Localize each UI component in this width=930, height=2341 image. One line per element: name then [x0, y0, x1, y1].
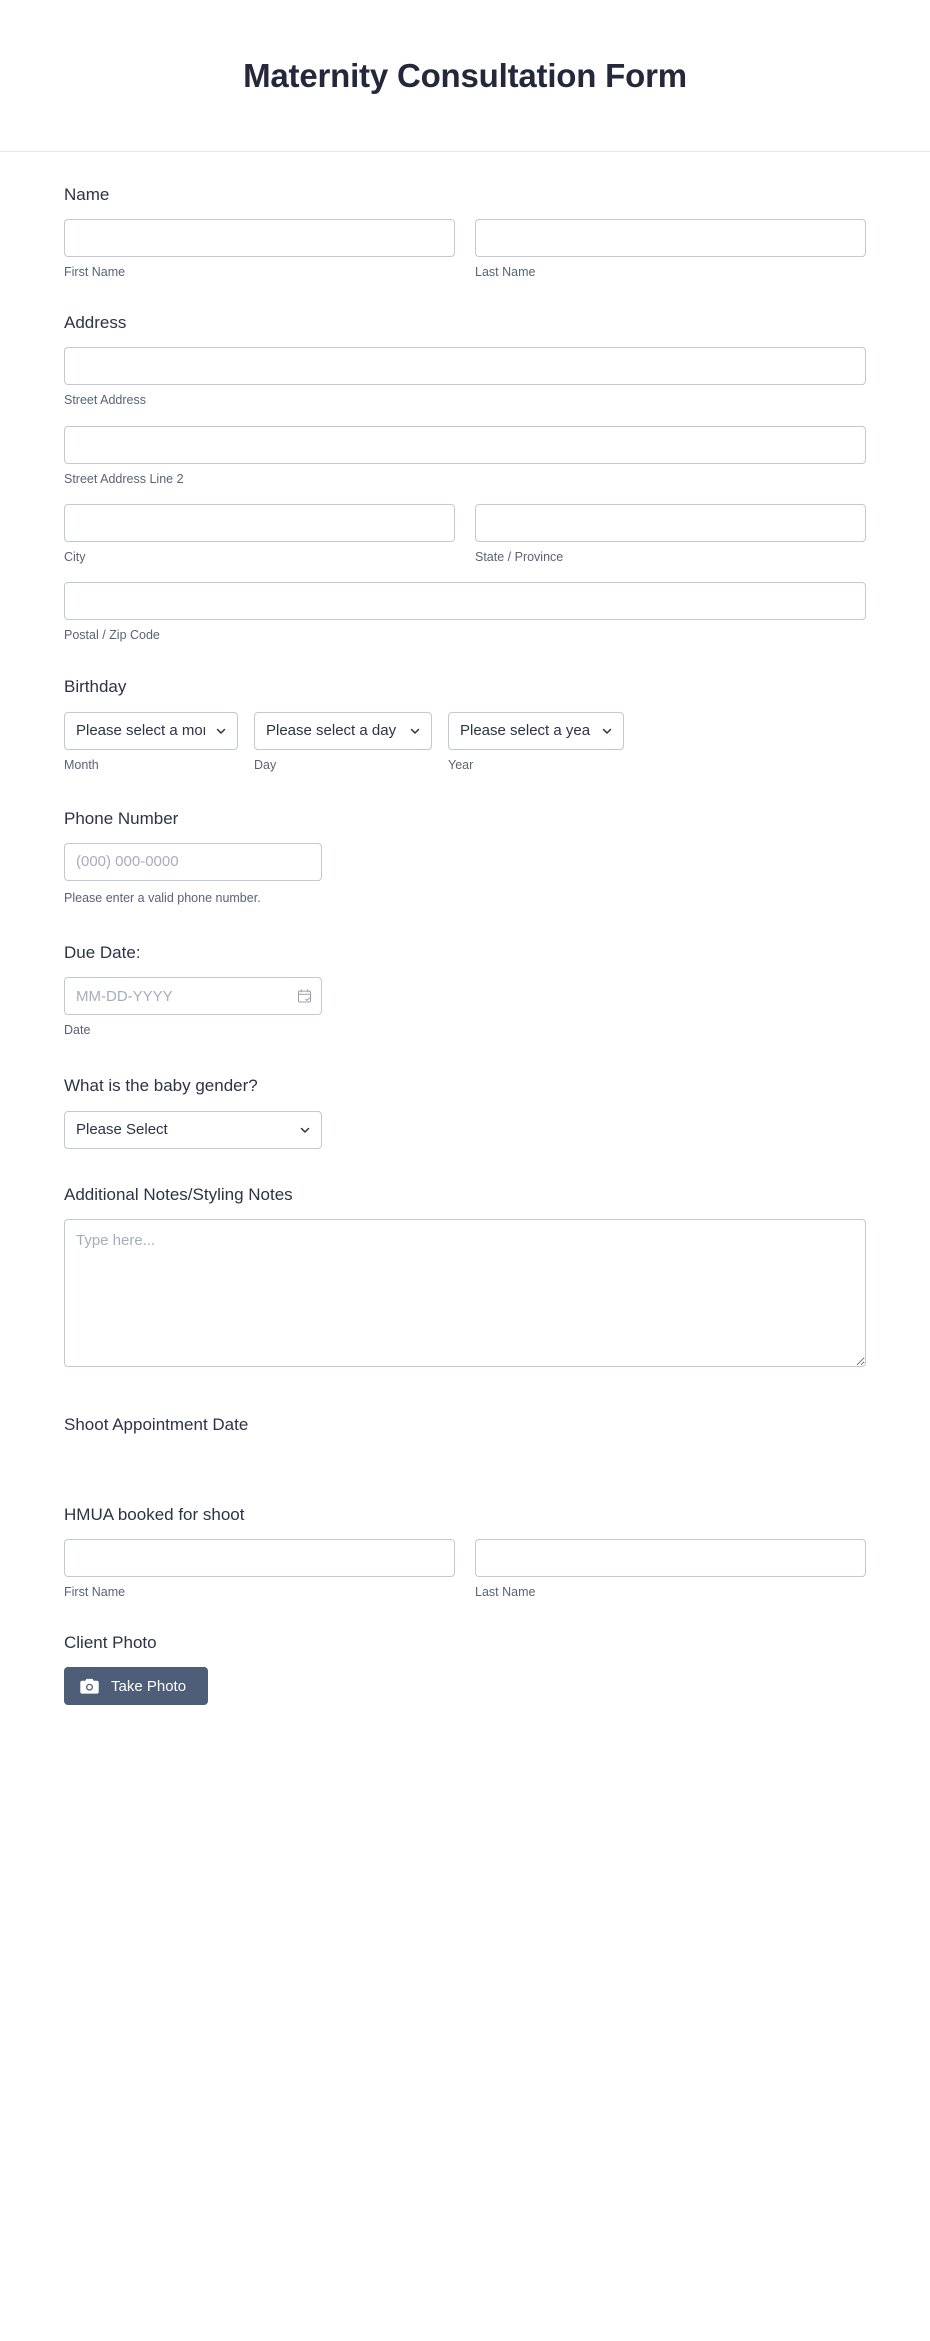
birthday-month-sublabel: Month	[64, 757, 99, 772]
baby-gender-select-wrap: Please Select	[64, 1110, 322, 1149]
birthday-year-select-wrap: Please select a year	[448, 711, 624, 750]
hmua-last-name-sublabel: Last Name	[475, 1584, 536, 1599]
field-shoot-appointment-date: Shoot Appointment Date	[0, 1367, 930, 1476]
take-photo-button-label: Take Photo	[111, 1677, 187, 1695]
birthday-day-select-wrap: Please select a day	[254, 711, 432, 750]
birthday-year-group: Please select a year Year	[448, 711, 624, 773]
shoot-appointment-date-label: Shoot Appointment Date	[64, 1414, 249, 1434]
camera-icon	[80, 1678, 99, 1694]
form-header: Maternity Consultation Form	[0, 0, 930, 152]
street-address-sublabel: Street Address	[64, 393, 146, 408]
city-state-row: City State / Province	[64, 503, 866, 565]
birthday-month-select[interactable]: Please select a month	[64, 711, 238, 750]
field-phone-number: Phone Number Please enter a valid phone …	[0, 773, 930, 906]
baby-gender-select[interactable]: Please Select	[64, 1110, 322, 1149]
phone-number-hint: Please enter a valid phone number.	[64, 890, 261, 905]
due-date-input[interactable]	[64, 977, 322, 1016]
hmua-label: HMUA booked for shoot	[64, 1504, 245, 1524]
due-date-group	[64, 977, 322, 1016]
birthday-year-select[interactable]: Please select a year	[448, 711, 624, 750]
postal-zip-sublabel: Postal / Zip Code	[64, 628, 160, 643]
first-name-sublabel: First Name	[64, 265, 126, 280]
field-baby-gender: What is the baby gender? Please Select	[0, 1038, 930, 1149]
baby-gender-label: What is the baby gender?	[64, 1076, 258, 1096]
field-birthday: Birthday Please select a month Month Ple…	[0, 643, 930, 772]
birthday-month-select-wrap: Please select a month	[64, 711, 238, 750]
hmua-last-name-group: Last Name	[475, 1538, 866, 1600]
form-body: Name First Name Last Name Address Street…	[0, 152, 930, 1765]
client-photo-button-row: Take Photo	[64, 1667, 866, 1706]
postal-zip-input[interactable]	[64, 582, 866, 621]
first-name-group: First Name	[64, 219, 455, 280]
birthday-month-group: Please select a month Month	[64, 711, 238, 773]
hmua-first-name-input[interactable]	[64, 1538, 455, 1577]
last-name-group: Last Name	[475, 219, 866, 280]
hmua-first-name-sublabel: First Name	[64, 1584, 126, 1599]
birthday-day-select[interactable]: Please select a day	[254, 711, 432, 750]
hmua-first-name-group: First Name	[64, 1538, 455, 1600]
first-name-input[interactable]	[64, 219, 455, 258]
postal-group: Postal / Zip Code	[64, 582, 866, 643]
birthday-label: Birthday	[64, 677, 127, 697]
additional-notes-group	[64, 1218, 866, 1367]
phone-number-label: Phone Number	[64, 808, 179, 828]
birthday-day-group: Please select a day Day	[254, 711, 432, 773]
field-due-date: Due Date: Date	[0, 906, 930, 1038]
field-hmua: HMUA booked for shoot First Name Last Na…	[0, 1476, 930, 1600]
street-address-input[interactable]	[64, 347, 866, 386]
field-address: Address Street Address Street Address Li…	[0, 280, 930, 643]
street-address-line2-group: Street Address Line 2	[64, 425, 866, 487]
state-province-input[interactable]	[475, 503, 866, 542]
birthday-row: Please select a month Month Please selec…	[64, 711, 866, 773]
street-address-line2-sublabel: Street Address Line 2	[64, 471, 184, 486]
city-input[interactable]	[64, 503, 455, 542]
birthday-year-sublabel: Year	[448, 757, 474, 772]
page-title: Maternity Consultation Form	[243, 56, 687, 94]
street-address-group: Street Address	[64, 347, 866, 408]
hmua-row: First Name Last Name	[64, 1538, 866, 1600]
field-client-photo: Client Photo Take Photo	[0, 1600, 930, 1706]
additional-notes-textarea[interactable]	[64, 1218, 866, 1367]
hmua-last-name-input[interactable]	[475, 1538, 866, 1577]
state-group: State / Province	[475, 503, 866, 565]
field-additional-notes: Additional Notes/Styling Notes	[0, 1149, 930, 1367]
birthday-day-sublabel: Day	[254, 757, 277, 772]
city-group: City	[64, 503, 455, 565]
take-photo-button[interactable]: Take Photo	[64, 1667, 209, 1706]
field-name: Name First Name Last Name	[0, 152, 930, 280]
street-address-line2-input[interactable]	[64, 425, 866, 464]
last-name-sublabel: Last Name	[475, 265, 536, 280]
name-row: First Name Last Name	[64, 219, 866, 280]
shoot-appointment-date-empty-area	[64, 1436, 866, 1476]
state-province-sublabel: State / Province	[475, 549, 564, 564]
city-sublabel: City	[64, 549, 86, 564]
due-date-label: Due Date:	[64, 943, 141, 963]
name-label: Name	[64, 185, 110, 204]
phone-number-input[interactable]	[64, 842, 322, 881]
due-date-sublabel: Date	[64, 1023, 91, 1038]
address-label: Address	[64, 313, 127, 333]
additional-notes-label: Additional Notes/Styling Notes	[64, 1184, 293, 1204]
client-photo-label: Client Photo	[64, 1633, 157, 1653]
phone-number-group	[64, 842, 322, 881]
last-name-input[interactable]	[475, 219, 866, 258]
